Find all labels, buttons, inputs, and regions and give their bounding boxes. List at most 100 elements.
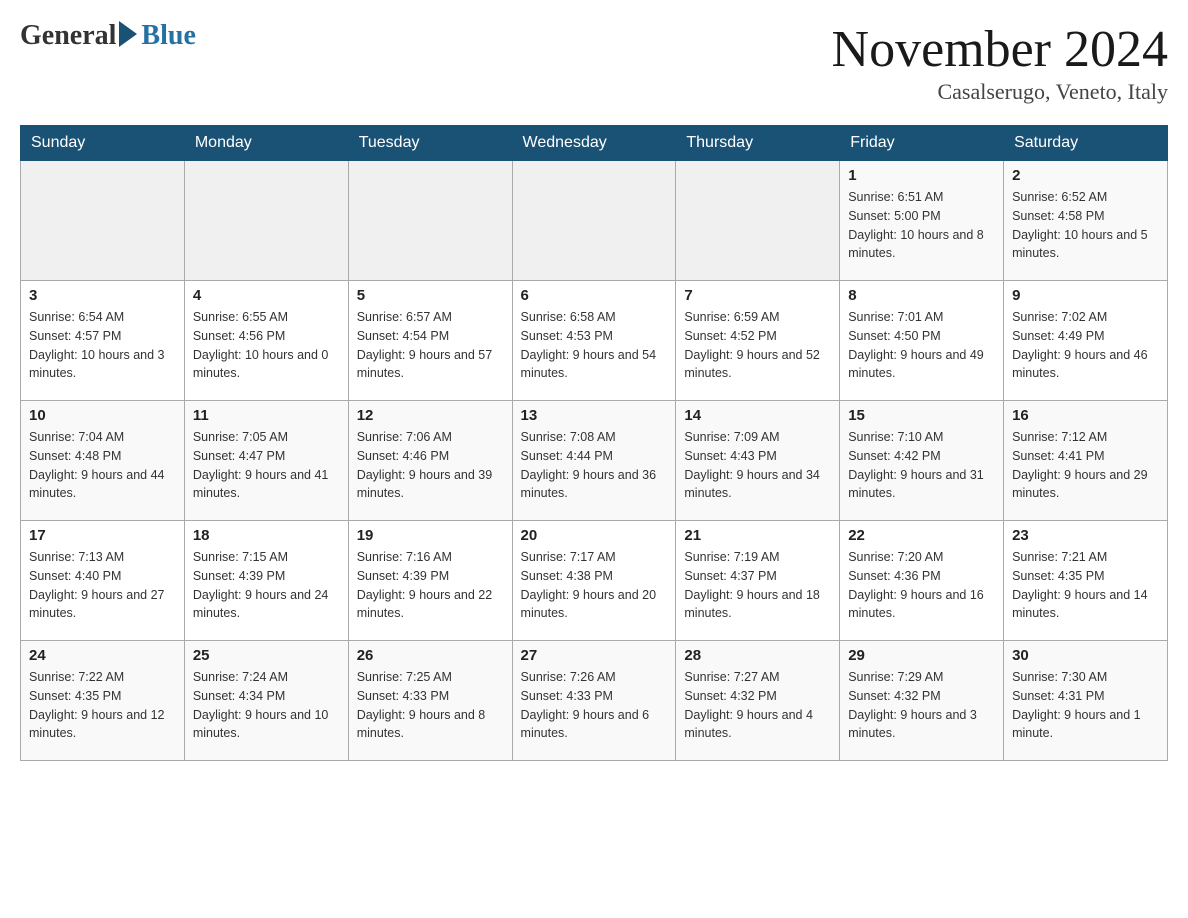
- day-info: Sunrise: 7:21 AMSunset: 4:35 PMDaylight:…: [1012, 548, 1159, 623]
- day-info: Sunrise: 7:01 AMSunset: 4:50 PMDaylight:…: [848, 308, 995, 383]
- day-info: Sunrise: 7:26 AMSunset: 4:33 PMDaylight:…: [521, 668, 668, 743]
- table-row: 26 Sunrise: 7:25 AMSunset: 4:33 PMDayligh…: [348, 641, 512, 761]
- table-row: 4 Sunrise: 6:55 AMSunset: 4:56 PMDaylight…: [184, 281, 348, 401]
- table-row: [512, 161, 676, 281]
- day-number: 20: [521, 527, 668, 544]
- table-row: [676, 161, 840, 281]
- table-row: 29 Sunrise: 7:29 AMSunset: 4:32 PMDayligh…: [840, 641, 1004, 761]
- day-info: Sunrise: 6:57 AMSunset: 4:54 PMDaylight:…: [357, 308, 504, 383]
- day-number: 27: [521, 647, 668, 664]
- day-number: 29: [848, 647, 995, 664]
- day-info: Sunrise: 7:22 AMSunset: 4:35 PMDaylight:…: [29, 668, 176, 743]
- day-number: 2: [1012, 167, 1159, 184]
- table-row: 28 Sunrise: 7:27 AMSunset: 4:32 PMDayligh…: [676, 641, 840, 761]
- day-info: Sunrise: 6:52 AMSunset: 4:58 PMDaylight:…: [1012, 188, 1159, 263]
- day-info: Sunrise: 7:09 AMSunset: 4:43 PMDaylight:…: [684, 428, 831, 503]
- table-row: 16 Sunrise: 7:12 AMSunset: 4:41 PMDayligh…: [1004, 401, 1168, 521]
- table-row: 12 Sunrise: 7:06 AMSunset: 4:46 PMDayligh…: [348, 401, 512, 521]
- day-info: Sunrise: 7:27 AMSunset: 4:32 PMDaylight:…: [684, 668, 831, 743]
- calendar-table: Sunday Monday Tuesday Wednesday Thursday…: [20, 125, 1168, 761]
- day-number: 19: [357, 527, 504, 544]
- day-number: 24: [29, 647, 176, 664]
- day-info: Sunrise: 6:54 AMSunset: 4:57 PMDaylight:…: [29, 308, 176, 383]
- table-row: 25 Sunrise: 7:24 AMSunset: 4:34 PMDayligh…: [184, 641, 348, 761]
- day-number: 16: [1012, 407, 1159, 424]
- day-number: 17: [29, 527, 176, 544]
- day-number: 6: [521, 287, 668, 304]
- day-number: 10: [29, 407, 176, 424]
- day-number: 28: [684, 647, 831, 664]
- table-row: 10Sunrise: 7:04 AMSunset: 4:48 PMDayligh…: [21, 401, 185, 521]
- day-info: Sunrise: 7:05 AMSunset: 4:47 PMDaylight:…: [193, 428, 340, 503]
- table-row: 3 Sunrise: 6:54 AMSunset: 4:57 PMDaylight…: [21, 281, 185, 401]
- calendar-week-3: 10Sunrise: 7:04 AMSunset: 4:48 PMDayligh…: [21, 401, 1168, 521]
- day-number: 22: [848, 527, 995, 544]
- header-wednesday: Wednesday: [512, 126, 676, 161]
- day-number: 23: [1012, 527, 1159, 544]
- table-row: 9Sunrise: 7:02 AMSunset: 4:49 PMDaylight…: [1004, 281, 1168, 401]
- day-info: Sunrise: 6:51 AMSunset: 5:00 PMDaylight:…: [848, 188, 995, 263]
- day-info: Sunrise: 7:24 AMSunset: 4:34 PMDaylight:…: [193, 668, 340, 743]
- calendar-week-4: 17 Sunrise: 7:13 AMSunset: 4:40 PMDayligh…: [21, 521, 1168, 641]
- day-number: 5: [357, 287, 504, 304]
- day-info: Sunrise: 7:16 AMSunset: 4:39 PMDaylight:…: [357, 548, 504, 623]
- table-row: 15 Sunrise: 7:10 AMSunset: 4:42 PMDayligh…: [840, 401, 1004, 521]
- calendar-week-2: 3 Sunrise: 6:54 AMSunset: 4:57 PMDaylight…: [21, 281, 1168, 401]
- table-row: 23 Sunrise: 7:21 AMSunset: 4:35 PMDayligh…: [1004, 521, 1168, 641]
- day-info: Sunrise: 6:55 AMSunset: 4:56 PMDaylight:…: [193, 308, 340, 383]
- table-row: 20Sunrise: 7:17 AMSunset: 4:38 PMDayligh…: [512, 521, 676, 641]
- day-info: Sunrise: 7:06 AMSunset: 4:46 PMDaylight:…: [357, 428, 504, 503]
- table-row: 21Sunrise: 7:19 AMSunset: 4:37 PMDayligh…: [676, 521, 840, 641]
- day-number: 30: [1012, 647, 1159, 664]
- table-row: 27 Sunrise: 7:26 AMSunset: 4:33 PMDayligh…: [512, 641, 676, 761]
- header-thursday: Thursday: [676, 126, 840, 161]
- day-info: Sunrise: 7:13 AMSunset: 4:40 PMDaylight:…: [29, 548, 176, 623]
- day-number: 25: [193, 647, 340, 664]
- table-row: 2 Sunrise: 6:52 AMSunset: 4:58 PMDaylight…: [1004, 161, 1168, 281]
- table-row: 1 Sunrise: 6:51 AMSunset: 5:00 PMDaylight…: [840, 161, 1004, 281]
- table-row: 30 Sunrise: 7:30 AMSunset: 4:31 PMDayligh…: [1004, 641, 1168, 761]
- day-info: Sunrise: 7:25 AMSunset: 4:33 PMDaylight:…: [357, 668, 504, 743]
- table-row: 13 Sunrise: 7:08 AMSunset: 4:44 PMDayligh…: [512, 401, 676, 521]
- day-info: Sunrise: 7:29 AMSunset: 4:32 PMDaylight:…: [848, 668, 995, 743]
- day-number: 1: [848, 167, 995, 184]
- calendar-week-1: 1 Sunrise: 6:51 AMSunset: 5:00 PMDaylight…: [21, 161, 1168, 281]
- day-info: Sunrise: 6:58 AMSunset: 4:53 PMDaylight:…: [521, 308, 668, 383]
- header-friday: Friday: [840, 126, 1004, 161]
- table-row: 24 Sunrise: 7:22 AMSunset: 4:35 PMDayligh…: [21, 641, 185, 761]
- day-info: Sunrise: 7:12 AMSunset: 4:41 PMDaylight:…: [1012, 428, 1159, 503]
- header-saturday: Saturday: [1004, 126, 1168, 161]
- calendar-week-5: 24 Sunrise: 7:22 AMSunset: 4:35 PMDayligh…: [21, 641, 1168, 761]
- day-number: 4: [193, 287, 340, 304]
- header-sunday: Sunday: [21, 126, 185, 161]
- day-number: 18: [193, 527, 340, 544]
- day-number: 3: [29, 287, 176, 304]
- calendar-header-row: Sunday Monday Tuesday Wednesday Thursday…: [21, 126, 1168, 161]
- location-text: Casalserugo, Veneto, Italy: [832, 79, 1168, 105]
- table-row: [184, 161, 348, 281]
- day-number: 14: [684, 407, 831, 424]
- day-number: 11: [193, 407, 340, 424]
- day-number: 7: [684, 287, 831, 304]
- header-tuesday: Tuesday: [348, 126, 512, 161]
- logo-general-text: General: [20, 20, 116, 52]
- day-info: Sunrise: 7:20 AMSunset: 4:36 PMDaylight:…: [848, 548, 995, 623]
- day-info: Sunrise: 7:08 AMSunset: 4:44 PMDaylight:…: [521, 428, 668, 503]
- table-row: 19 Sunrise: 7:16 AMSunset: 4:39 PMDayligh…: [348, 521, 512, 641]
- day-number: 13: [521, 407, 668, 424]
- day-number: 21: [684, 527, 831, 544]
- day-number: 15: [848, 407, 995, 424]
- page-header: General Blue November 2024 Casalserugo, …: [20, 20, 1168, 105]
- logo-blue-text: Blue: [141, 20, 195, 52]
- day-number: 26: [357, 647, 504, 664]
- title-section: November 2024 Casalserugo, Veneto, Italy: [832, 20, 1168, 105]
- table-row: 7Sunrise: 6:59 AMSunset: 4:52 PMDaylight…: [676, 281, 840, 401]
- day-number: 12: [357, 407, 504, 424]
- table-row: 8Sunrise: 7:01 AMSunset: 4:50 PMDaylight…: [840, 281, 1004, 401]
- table-row: 18Sunrise: 7:15 AMSunset: 4:39 PMDayligh…: [184, 521, 348, 641]
- day-info: Sunrise: 7:10 AMSunset: 4:42 PMDaylight:…: [848, 428, 995, 503]
- table-row: [21, 161, 185, 281]
- table-row: 5 Sunrise: 6:57 AMSunset: 4:54 PMDaylight…: [348, 281, 512, 401]
- day-number: 9: [1012, 287, 1159, 304]
- day-info: Sunrise: 7:30 AMSunset: 4:31 PMDaylight:…: [1012, 668, 1159, 743]
